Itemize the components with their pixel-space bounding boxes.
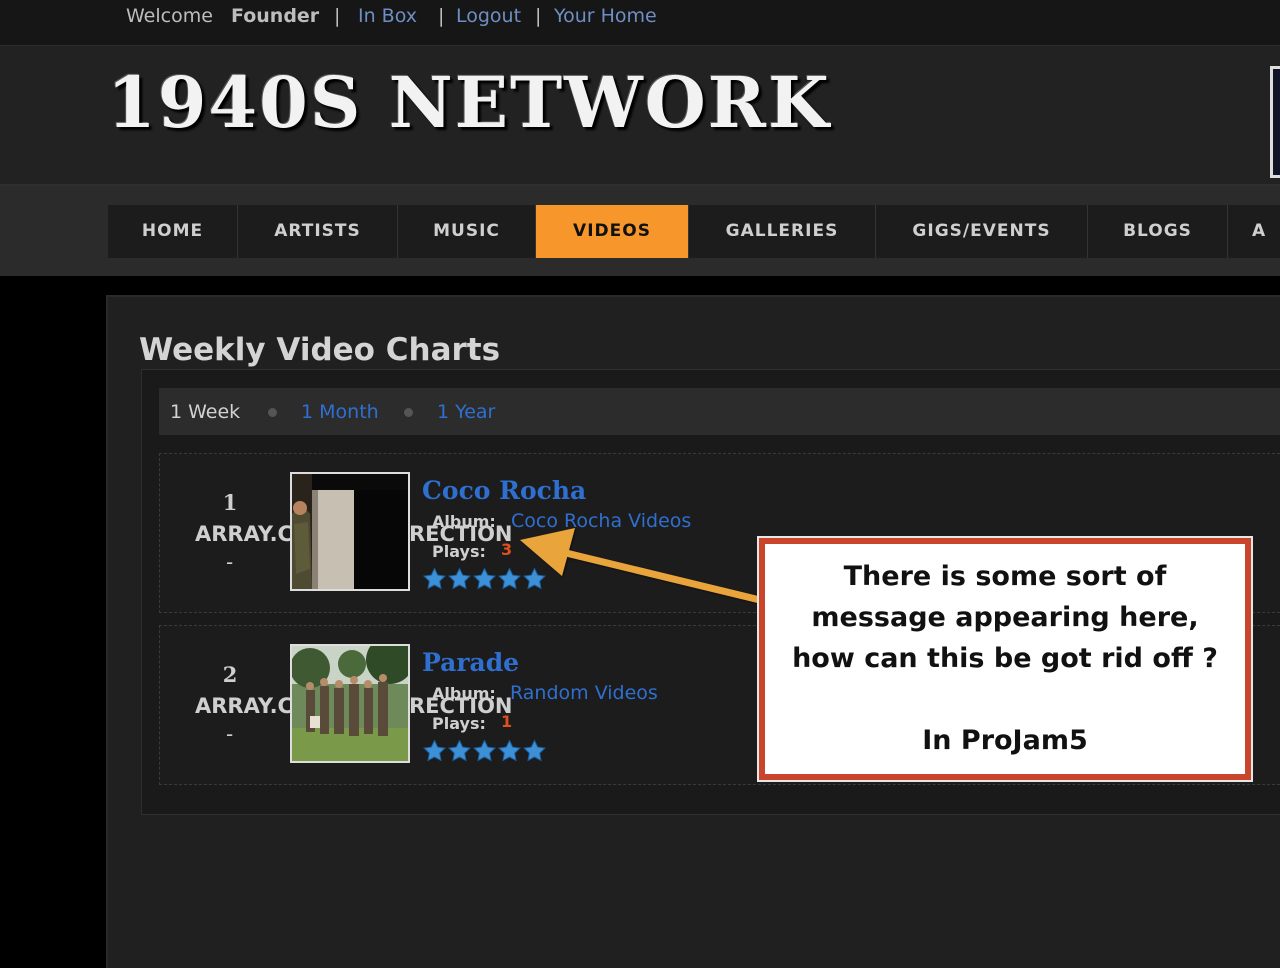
star-icon (472, 739, 497, 762)
callout-line: There is some sort of (843, 561, 1167, 592)
video-title-link[interactable]: Coco Rocha (422, 476, 586, 506)
nav-gigs-events[interactable]: GIGS/EVENTS (876, 205, 1088, 258)
main-nav: HOME ARTISTS MUSIC VIDEOS GALLERIES GIGS… (108, 205, 1280, 258)
separator-dot (268, 408, 277, 417)
plays-label: Plays: (432, 714, 486, 733)
callout-text: There is some sort of message appearing … (765, 556, 1245, 761)
nav-music[interactable]: MUSIC (398, 205, 536, 258)
star-icon (422, 739, 447, 762)
star-icon (447, 739, 472, 762)
plays-label: Plays: (432, 542, 486, 561)
callout-line: message appearing here, (811, 602, 1199, 633)
array-message: ARRAY.C (195, 694, 293, 718)
star-icon (522, 567, 547, 590)
callout-line: how can this be got rid off ? (792, 643, 1218, 674)
star-icon (422, 567, 447, 590)
star-icon (472, 567, 497, 590)
video-thumbnail[interactable] (290, 472, 410, 591)
plays-count: 1 (501, 712, 513, 731)
star-icon (497, 567, 522, 590)
nav-blogs[interactable]: BLOGS (1088, 205, 1228, 258)
username: Founder (231, 5, 320, 27)
welcome-text: Welcome (126, 5, 213, 27)
callout-line (765, 679, 1245, 720)
page-title: Weekly Video Charts (139, 332, 501, 368)
nav-videos[interactable]: VIDEOS (536, 205, 689, 258)
filter-1-week[interactable]: 1 Week (170, 400, 240, 424)
star-rating[interactable] (422, 567, 547, 591)
rank-number: 2 (222, 662, 238, 687)
star-icon (497, 739, 522, 762)
star-icon (447, 567, 472, 590)
filter-1-month[interactable]: 1 Month (301, 400, 379, 424)
separator: | (334, 5, 341, 27)
site-header: 1940S NETWORK (0, 46, 1280, 186)
top-bar: Welcome Founder | In Box | Logout | Your… (0, 0, 1280, 46)
album-link[interactable]: Coco Rocha Videos (511, 509, 691, 533)
header-banner (1270, 66, 1280, 178)
rank-dash: - (226, 722, 234, 746)
period-filters: 1 Week 1 Month 1 Year (159, 388, 1280, 435)
logout-link[interactable]: Logout (456, 4, 521, 28)
album-link[interactable]: Random Videos (510, 681, 658, 705)
video-title-link[interactable]: Parade (422, 648, 519, 678)
separator-dot (404, 408, 413, 417)
nav-galleries[interactable]: GALLERIES (689, 205, 876, 258)
filter-1-year[interactable]: 1 Year (437, 400, 495, 424)
your-home-link[interactable]: Your Home (554, 4, 657, 28)
page-root: Welcome Founder | In Box | Logout | Your… (0, 0, 1280, 968)
array-message: ARRAY.C (195, 522, 293, 546)
plays-count: 3 (501, 540, 513, 559)
rank-number: 1 (222, 490, 238, 515)
nav-home[interactable]: HOME (108, 205, 238, 258)
separator: | (535, 5, 542, 27)
site-logo[interactable]: 1940S NETWORK (107, 68, 831, 138)
star-rating[interactable] (422, 739, 547, 763)
nav-artists[interactable]: ARTISTS (238, 205, 398, 258)
nav-more[interactable]: A (1228, 205, 1280, 258)
video-thumbnail[interactable] (290, 644, 410, 763)
annotation-callout: There is some sort of message appearing … (759, 538, 1251, 780)
star-icon (522, 739, 547, 762)
inbox-link[interactable]: In Box (358, 4, 417, 28)
rank-dash: - (226, 550, 234, 574)
separator: | (438, 5, 445, 27)
callout-line: In ProJam5 (922, 725, 1088, 756)
